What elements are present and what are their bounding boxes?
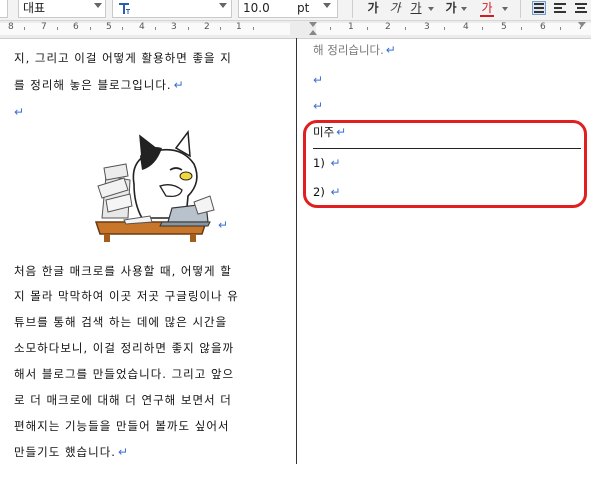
paragraph-mark-icon: ↵ (173, 78, 185, 92)
paragraph-mark-icon: ↵ (313, 99, 324, 113)
red-highlight-box (303, 120, 587, 208)
text-line-content: 지, 그리고 이걸 어떻게 활용하면 좋을 지 (14, 51, 232, 65)
chevron-down-icon[interactable] (502, 7, 508, 11)
paragraph-mark-icon: ↵ (313, 73, 324, 87)
text-line-content: 만들기도 했습니다. (14, 445, 116, 459)
text-line: 해서 블로그를 만들었습니다. 그리고 앞으 (14, 366, 234, 382)
bold-button[interactable]: 가 (366, 0, 380, 17)
ruler-number: 2 (204, 22, 210, 32)
ruler-tick (405, 27, 406, 30)
ruler-number: 6 (540, 22, 546, 32)
underline-button[interactable]: 가 (409, 0, 423, 17)
text-line: 지, 그리고 이걸 어떻게 활용하면 좋을 지 (14, 50, 232, 66)
formatting-toolbar: 대표 10.0 pt 가 가 가 가 가 (0, 0, 591, 21)
text-line: 로 더 매크로에 대해 더 연구해 보면서 더 (14, 392, 232, 408)
ruler-tick (482, 27, 483, 30)
ruler-tick (188, 27, 189, 30)
indent-marker-bottom[interactable] (309, 30, 317, 35)
style-select[interactable]: 대표 (18, 0, 106, 18)
text-line-content: 해서 블로그를 만들었습니다. 그리고 앞으 (14, 367, 235, 381)
font-size-input[interactable]: 10.0 pt (238, 0, 338, 18)
ruler-tick (122, 27, 123, 30)
ruler-tick (521, 27, 522, 30)
ruler-tick (444, 27, 445, 30)
right-column[interactable]: 해 정리습니다. ↵ ↵ ↵ 미주 ↵ 1) ↵ 2) ↵ (313, 38, 591, 478)
text-line: 지 몰라 막막하여 이곳 저곳 구글링이나 유 (14, 288, 239, 304)
chevron-down-icon (323, 3, 331, 8)
text-line: 를 정리해 놓은 블로그입니다. ↵ (14, 77, 185, 93)
paragraph-mark-icon: ↵ (14, 105, 26, 119)
empty-line: ↵ (313, 72, 323, 88)
ruler-number: 5 (501, 22, 507, 32)
right-indent-marker[interactable] (578, 22, 586, 27)
align-left-icon[interactable] (554, 1, 568, 15)
ruler-number: 3 (424, 22, 430, 32)
text-color-swatch (480, 15, 494, 17)
ruler-tick (220, 27, 221, 30)
ruler-tick (253, 27, 254, 30)
cut-off-text-line: 해 정리습니다. ↵ (313, 42, 396, 58)
text-line-content: 튜브를 통해 검색 하는 데에 많은 시간을 (14, 315, 228, 329)
ruler-number: 1 (348, 22, 354, 32)
text-line-content: 해 정리습니다. (313, 43, 384, 57)
ruler-number: 5 (106, 22, 112, 32)
text-line-content: 지 몰라 막막하여 이곳 저곳 구글링이나 유 (14, 289, 239, 303)
indent-marker-top[interactable] (309, 22, 317, 27)
paragraph-mark-icon: ↵ (218, 218, 230, 232)
text-line: 튜브를 통해 검색 하는 데에 많은 시간을 (14, 314, 227, 330)
text-line-content: 편해지는 기능들을 만들어 볼까도 싶어서 (14, 419, 230, 433)
text-line: 처음 한글 매크로를 사용할 때, 어떻게 할 (14, 263, 232, 279)
text-line-content: 소모하다보니, 이걸 정리하면 좋지 않을까 (14, 341, 235, 355)
toolbar-separator (352, 0, 353, 18)
font-type-icon (117, 1, 131, 15)
chevron-down-icon[interactable] (461, 7, 467, 11)
empty-line: ↵ (14, 104, 25, 120)
toolbar-left-stub[interactable] (0, 0, 8, 18)
chevron-down-icon[interactable] (428, 7, 434, 11)
ruler-tick (57, 27, 58, 30)
ruler-number: 8 (8, 22, 14, 32)
ruler-number: 4 (139, 22, 145, 32)
ruler-tick (24, 27, 25, 30)
ruler-tick (90, 27, 91, 30)
ruler-tick (330, 27, 331, 30)
text-line: 소모하다보니, 이걸 정리하면 좋지 않을까 (14, 340, 234, 356)
text-line: 편해지는 기능들을 만들어 볼까도 싶어서 (14, 418, 229, 434)
ruler-number: 1 (236, 22, 242, 32)
strikethrough-button[interactable]: 가 (444, 0, 458, 17)
font-select[interactable] (112, 0, 232, 18)
ruler-tick (560, 27, 561, 30)
style-select-value: 대표 (23, 1, 46, 15)
cat-at-laptop-illustration[interactable] (90, 129, 220, 242)
ruler-tick (367, 27, 368, 30)
ruler-number: 6 (73, 22, 79, 32)
text-line-content: 로 더 매크로에 대해 더 연구해 보면서 더 (14, 393, 232, 407)
left-column[interactable]: 지, 그리고 이걸 어떻게 활용하면 좋을 지 를 정리해 놓은 블로그입니다.… (14, 38, 284, 478)
chevron-down-icon (94, 3, 102, 8)
text-line: 만들기도 했습니다. ↵ (14, 444, 129, 460)
italic-button[interactable]: 가 (388, 0, 402, 17)
ruler-right-column (316, 23, 591, 35)
align-justify-icon[interactable] (532, 1, 546, 15)
text-line-content: 를 정리해 놓은 블로그입니다. (14, 78, 172, 92)
paragraph-mark-icon: ↵ (117, 445, 130, 459)
ruler-number: 7 (41, 22, 47, 32)
align-center-icon[interactable] (575, 1, 589, 15)
ruler-number: 2 (385, 22, 391, 32)
ruler-number: 3 (171, 22, 177, 32)
ruler-number: 4 (463, 22, 469, 32)
font-size-value: 10.0 (243, 1, 270, 15)
empty-line: ↵ (313, 98, 323, 114)
text-line-content: 처음 한글 매크로를 사용할 때, 어떻게 할 (14, 264, 232, 278)
toolbar-separator (520, 0, 521, 18)
font-size-unit: pt (297, 1, 310, 15)
horizontal-ruler[interactable]: 8 7 6 5 4 3 2 1 1 2 3 4 5 6 7 (0, 21, 591, 39)
ruler-tick (155, 27, 156, 30)
paragraph-mark-icon: ↵ (385, 43, 396, 57)
chevron-down-icon (219, 3, 227, 8)
column-divider (296, 38, 297, 464)
